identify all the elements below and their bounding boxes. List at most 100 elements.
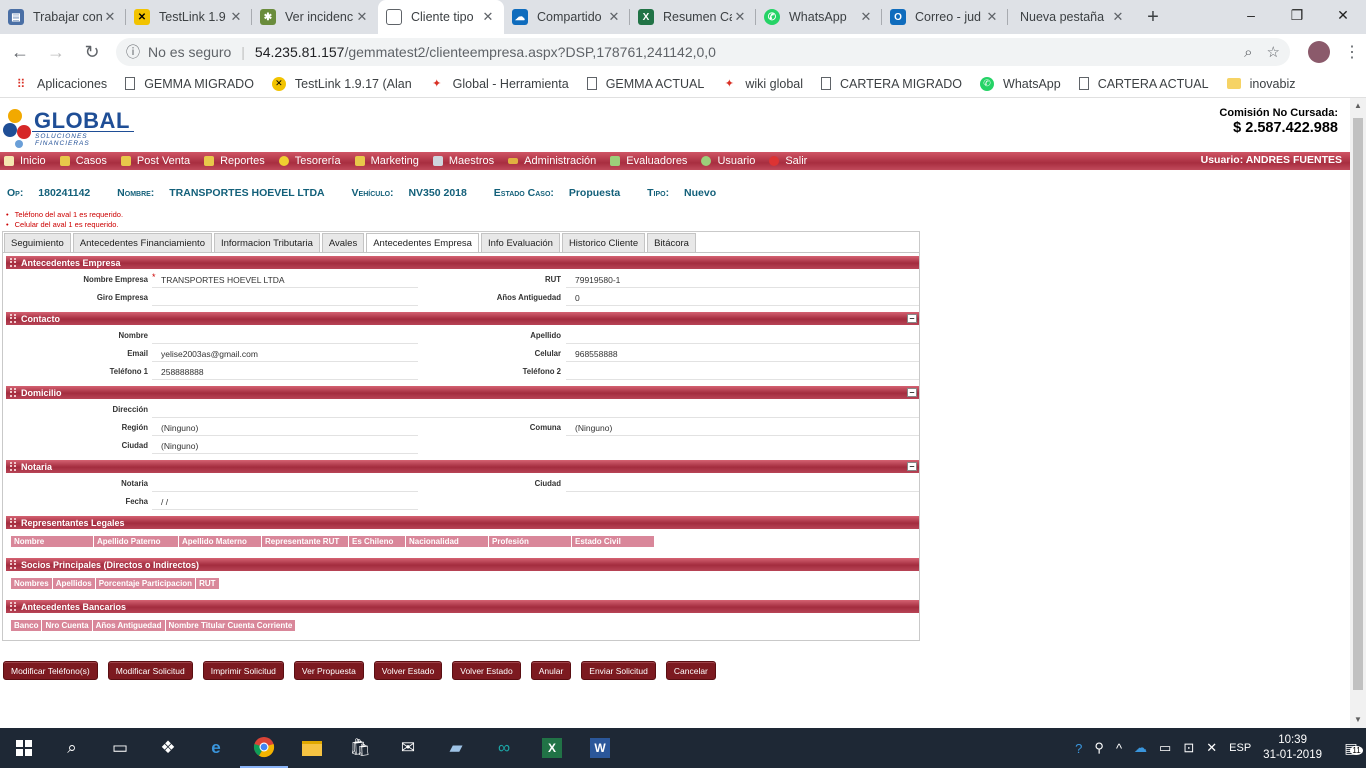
column-header[interactable]: Apellido Materno (179, 536, 261, 547)
notes-icon[interactable]: ▰ (432, 728, 480, 768)
modificar-solicitud-button[interactable]: Modificar Solicitud (107, 661, 193, 680)
tab-historico-cliente[interactable]: Historico Cliente (561, 233, 646, 253)
column-header[interactable]: Es Chileno (349, 536, 405, 547)
close-window-button[interactable]: ✕ (1320, 0, 1366, 30)
scroll-up-icon[interactable]: ▲ (1350, 98, 1366, 114)
ver-propuesta-button[interactable]: Ver Propuesta (293, 661, 364, 680)
tab-info-evaluacion[interactable]: Info Evaluación (480, 233, 560, 253)
clock[interactable]: 10:39 31-01-2019 (1263, 733, 1322, 763)
telefono1-field[interactable]: 258888888 (152, 363, 418, 380)
anos-antiguedad-field[interactable]: 0 (566, 289, 919, 306)
close-tab-icon[interactable]: ✕ (228, 9, 244, 25)
column-header[interactable]: Nombres (11, 578, 52, 589)
file-explorer-icon[interactable] (288, 728, 336, 768)
menu-item-maestros[interactable]: Maestros (432, 155, 494, 167)
apellido-field[interactable] (566, 327, 919, 344)
menu-item-evaluadores[interactable]: Evaluadores (610, 155, 687, 167)
notification-center-icon[interactable]: ▤11 (1336, 728, 1366, 768)
chevron-up-icon[interactable]: ^ (1116, 741, 1122, 756)
bookmark-item[interactable]: ✦ wiki global (722, 77, 803, 91)
close-tab-icon[interactable]: ✕ (102, 9, 118, 25)
profile-avatar[interactable] (1308, 41, 1330, 63)
browser-tab-active[interactable]: Cliente tipo ✕ (378, 0, 504, 34)
cancelar-button[interactable]: Cancelar (665, 661, 716, 680)
column-header[interactable]: Apellidos (52, 578, 95, 589)
volver-estado-button[interactable]: Volver Estado (373, 661, 443, 680)
column-header[interactable]: Porcentaje Participacion (95, 578, 196, 589)
column-header[interactable]: Banco (11, 620, 42, 631)
close-tab-icon[interactable]: ✕ (1110, 9, 1126, 25)
bookmark-item[interactable]: ✕ TestLink 1.9.17 (Alan (271, 76, 412, 91)
tab-informacion-tributaria[interactable]: Informacion Tributaria (213, 233, 320, 253)
browser-tab[interactable]: ☁ Compartido ✕ (504, 0, 630, 34)
notaria-field[interactable] (152, 475, 418, 492)
column-header[interactable]: Nro Cuenta (42, 620, 92, 631)
start-icon[interactable] (0, 728, 48, 768)
onedrive-icon[interactable]: ☁ (1134, 740, 1147, 756)
help-icon[interactable]: ? (1075, 741, 1082, 756)
rut-field[interactable]: 79919580-1 (566, 271, 919, 288)
column-header[interactable]: Nombre Titular Cuenta Corriente (165, 620, 296, 631)
celular-field[interactable]: 968558888 (566, 345, 919, 362)
telefono2-field[interactable] (566, 363, 919, 380)
tab-seguimiento[interactable]: Seguimiento (4, 233, 71, 253)
collapse-icon[interactable]: – (907, 388, 917, 397)
excel-icon[interactable]: X (528, 728, 576, 768)
scrollbar-thumb[interactable] (1353, 118, 1363, 690)
menu-item-administracion[interactable]: Administración (508, 155, 596, 167)
bookmark-item[interactable]: inovabiz (1226, 77, 1295, 91)
language-indicator[interactable]: ESP (1229, 742, 1251, 754)
ciudad-select[interactable]: (Ninguno) (152, 437, 418, 454)
menu-item-reportes[interactable]: Reportes (204, 155, 265, 167)
network-icon[interactable]: ⊡ (1183, 740, 1194, 756)
address-bar[interactable]: ⓘ No es seguro | 54.235.81.157 /gemmates… (116, 38, 1290, 66)
menu-item-usuario[interactable]: Usuario (701, 155, 755, 167)
bookmark-item[interactable]: CARTERA MIGRADO (821, 77, 962, 91)
page-scrollbar[interactable]: ▲ ▼ (1350, 98, 1366, 728)
enviar-solicitud-button[interactable]: Enviar Solicitud (581, 661, 656, 680)
bookmark-item[interactable]: GEMMA MIGRADO (125, 77, 254, 91)
region-select[interactable]: (Ninguno) (152, 419, 418, 436)
column-header[interactable]: Años Antiguedad (92, 620, 165, 631)
tab-antecedentes-financiamiento[interactable]: Antecedentes Financiamiento (72, 233, 212, 253)
column-header[interactable]: RUT (196, 578, 219, 589)
imprimir-solicitud-button[interactable]: Imprimir Solicitud (202, 661, 284, 680)
store-icon[interactable]: 🛍 (336, 728, 384, 768)
collapse-icon[interactable]: – (907, 462, 917, 471)
browser-tab[interactable]: ▤ Trabajar con ✕ (0, 0, 126, 34)
column-header[interactable]: Nombre (11, 536, 93, 547)
browser-tab[interactable]: Nueva pestaña ✕ (1008, 0, 1134, 34)
task-view-icon[interactable]: ▭ (96, 728, 144, 768)
battery-icon[interactable]: ▭ (1159, 740, 1171, 756)
nombre-field[interactable] (152, 327, 418, 344)
email-field[interactable]: yelise2003as@gmail.com (152, 345, 418, 362)
menu-item-post-venta[interactable]: Post Venta (120, 155, 190, 167)
menu-item-marketing[interactable]: Marketing (354, 155, 419, 167)
reload-button[interactable]: ↻ (76, 36, 108, 68)
forward-button[interactable]: → (40, 36, 72, 68)
volume-muted-icon[interactable]: ✕ (1206, 740, 1217, 756)
zoom-icon[interactable]: ⌕ (1244, 44, 1252, 61)
close-tab-icon[interactable]: ✕ (354, 9, 370, 25)
modificar-telefonos-button[interactable]: Modificar Teléfono(s) (3, 661, 98, 680)
bookmark-item[interactable]: GEMMA ACTUAL (586, 77, 704, 91)
info-icon[interactable]: ⓘ (126, 42, 140, 62)
close-tab-icon[interactable]: ✕ (984, 9, 1000, 25)
tab-antecedentes-empresa[interactable]: Antecedentes Empresa (366, 233, 479, 253)
dropbox-icon[interactable]: ❖ (144, 728, 192, 768)
browser-tab[interactable]: ✱ Ver incidenc ✕ (252, 0, 378, 34)
scroll-down-icon[interactable]: ▼ (1350, 712, 1366, 728)
column-header[interactable]: Profesión (489, 536, 571, 547)
kebab-menu-icon[interactable]: ⋮ (1344, 42, 1360, 62)
bookmark-item[interactable]: ⠿ Aplicaciones (14, 77, 108, 91)
menu-item-inicio[interactable]: Inicio (4, 155, 46, 167)
close-tab-icon[interactable]: ✕ (732, 9, 748, 25)
menu-item-casos[interactable]: Casos (59, 155, 107, 167)
comuna-select[interactable]: (Ninguno) (566, 419, 919, 436)
tab-bitacora[interactable]: Bitácora (647, 233, 696, 253)
new-tab-button[interactable]: + (1138, 0, 1168, 34)
browser-tab[interactable]: ✆ WhatsApp ✕ (756, 0, 882, 34)
menu-item-salir[interactable]: Salir (769, 155, 807, 167)
back-button[interactable]: ← (4, 36, 36, 68)
fecha-field[interactable]: / / (152, 493, 418, 510)
